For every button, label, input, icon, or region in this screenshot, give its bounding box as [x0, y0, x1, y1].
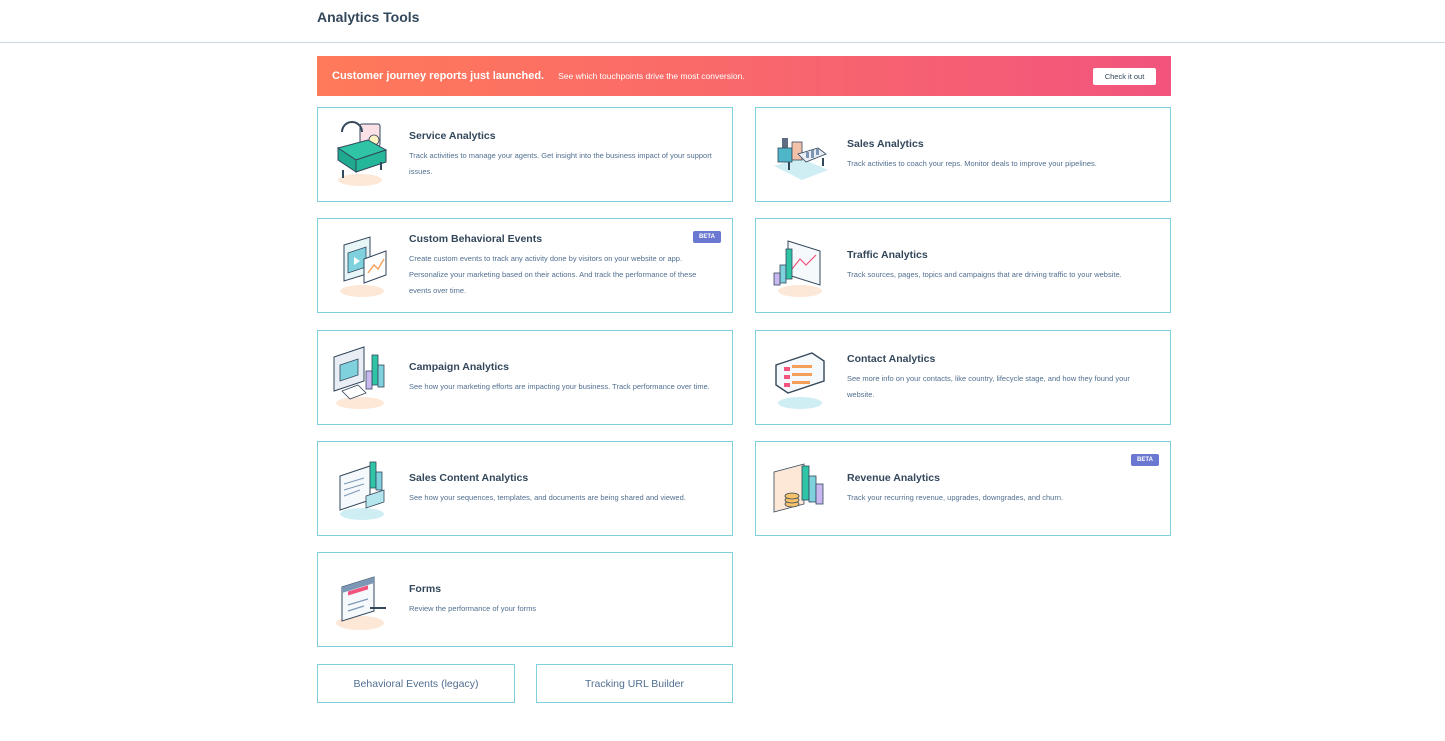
card-title: Service Analytics — [409, 129, 496, 142]
announcement-banner: Customer journey reports just launched. … — [317, 56, 1171, 96]
card-title: Forms — [409, 582, 442, 595]
contact-analytics-icon — [775, 352, 825, 409]
sales-analytics-icon — [774, 138, 828, 180]
card-description: Track activities to manage your agents. … — [409, 150, 712, 176]
revenue-analytics-icon — [773, 463, 824, 513]
behavioral-events-legacy-button[interactable]: Behavioral Events (legacy) — [317, 664, 515, 703]
card-description: See how your sequences, templates, and d… — [409, 492, 686, 502]
card-forms[interactable]: Forms Review the performance of your for… — [317, 552, 733, 647]
card-title: Traffic Analytics — [847, 248, 928, 261]
service-analytics-icon — [336, 121, 388, 186]
banner-text: See which touchpoints drive the most con… — [558, 71, 745, 81]
card-description: Track your recurring revenue, upgrades, … — [847, 492, 1064, 502]
traffic-analytics-icon — [773, 240, 822, 297]
sales-content-analytics-icon — [339, 461, 385, 520]
beta-badge: BETA — [693, 231, 721, 243]
card-contact-analytics[interactable]: Contact Analytics See more info on your … — [755, 330, 1171, 425]
card-title: Custom Behavioral Events — [409, 232, 543, 245]
card-description: See how your marketing efforts are impac… — [409, 381, 710, 391]
tracking-url-builder-button[interactable]: Tracking URL Builder — [536, 664, 733, 703]
card-traffic-analytics[interactable]: Traffic Analytics Track sources, pages, … — [755, 218, 1171, 313]
card-sales-analytics[interactable]: Sales Analytics Track activities to coac… — [755, 107, 1171, 202]
card-title: Sales Analytics — [847, 137, 924, 150]
forms-icon — [336, 576, 386, 630]
card-title: Revenue Analytics — [847, 471, 940, 484]
card-custom-behavioral-events[interactable]: Custom Behavioral Events Create custom e… — [317, 218, 733, 313]
card-service-analytics[interactable]: Service Analytics Track activities to ma… — [317, 107, 733, 202]
card-title: Campaign Analytics — [409, 360, 509, 373]
custom-events-icon — [340, 236, 387, 297]
card-description: Create custom events to track any activi… — [409, 253, 697, 295]
top-header: Analytics Tools — [0, 0, 1445, 43]
card-description: Track activities to coach your reps. Mon… — [847, 158, 1097, 168]
check-it-out-button[interactable]: Check it out — [1093, 68, 1156, 85]
card-sales-content-analytics[interactable]: Sales Content Analytics See how your seq… — [317, 441, 733, 536]
banner-title: Customer journey reports just launched. — [332, 70, 545, 82]
card-revenue-analytics[interactable]: Revenue Analytics Track your recurring r… — [755, 441, 1171, 536]
card-campaign-analytics[interactable]: Campaign Analytics See how your marketin… — [317, 330, 733, 425]
page-title: Analytics Tools — [317, 9, 420, 25]
card-description: See more info on your contacts, like cou… — [847, 373, 1130, 399]
campaign-analytics-icon — [333, 346, 385, 409]
card-title: Contact Analytics — [847, 352, 936, 365]
card-description: Review the performance of your forms — [409, 603, 537, 613]
card-description: Track sources, pages, topics and campaig… — [847, 269, 1122, 279]
card-title: Sales Content Analytics — [409, 471, 529, 484]
beta-badge: BETA — [1131, 454, 1159, 466]
